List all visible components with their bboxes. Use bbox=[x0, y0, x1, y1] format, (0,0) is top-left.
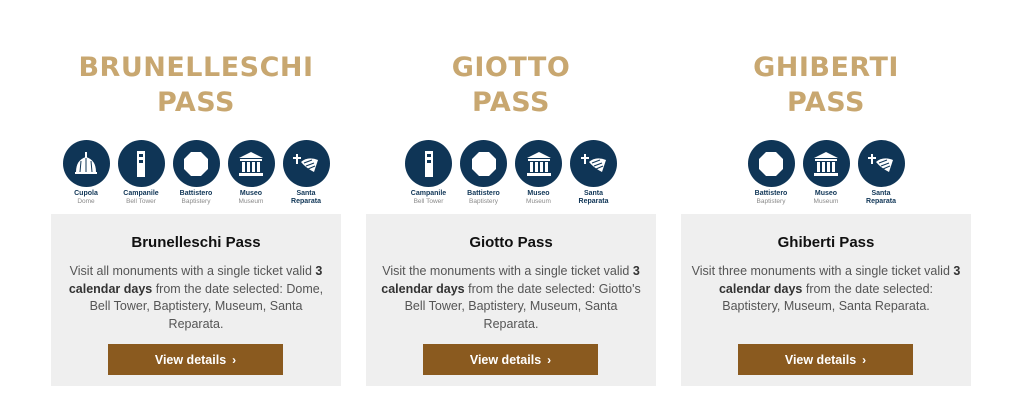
monument-item: Museo Museum bbox=[515, 140, 563, 206]
hero-title: GIOTTO PASS bbox=[366, 50, 656, 120]
monument-item: Museo Museum bbox=[227, 140, 275, 206]
monument-name: Battistero bbox=[467, 190, 500, 197]
pass-description: Visit all monuments with a single ticket… bbox=[68, 264, 324, 331]
chevron-right-icon: › bbox=[232, 352, 237, 367]
pass-title: Brunelleschi Pass bbox=[131, 234, 261, 251]
monument-subtitle: Baptistery bbox=[181, 198, 211, 205]
pass-card-ghiberti: GHIBERTI PASS Battistero Baptistery Museo M… bbox=[681, 0, 971, 390]
santa-reparata-icon bbox=[857, 140, 905, 187]
monument-name: Museo bbox=[527, 190, 550, 197]
hero-title-line2: PASS bbox=[157, 87, 235, 118]
monument-icons: Battistero Baptistery Museo Museum Santa Repa… bbox=[681, 140, 971, 206]
view-details-button[interactable]: View details › bbox=[108, 344, 283, 375]
museum-icon bbox=[802, 140, 850, 187]
baptistery-icon bbox=[460, 140, 507, 187]
monument-item: Campanile Bell Tower bbox=[117, 140, 165, 206]
pass-hero: BRUNELLESCHI PASS Cupola Dome Campanile Bel… bbox=[51, 0, 341, 214]
monument-subtitle: Reparata bbox=[578, 198, 609, 205]
pass-description: Visit the monuments with a single ticket… bbox=[381, 264, 641, 331]
monument-name: Museo bbox=[239, 190, 263, 197]
monument-subtitle: Baptistery bbox=[469, 198, 498, 205]
hero-title-line1: GHIBERTI bbox=[753, 52, 899, 83]
baptistery-icon bbox=[172, 140, 220, 187]
monument-subtitle: Museum bbox=[813, 198, 839, 205]
pass-info-panel: Brunelleschi Pass Visit all monuments wi… bbox=[51, 214, 341, 386]
monument-name: Battistero bbox=[179, 190, 213, 197]
view-details-button[interactable]: View details › bbox=[738, 344, 913, 375]
dome-icon bbox=[62, 140, 110, 187]
bell-tower-icon bbox=[405, 140, 452, 187]
monument-name: Battistero bbox=[754, 190, 788, 197]
bell-tower-icon bbox=[117, 140, 165, 187]
chevron-right-icon: › bbox=[547, 352, 552, 367]
monument-item: Battistero Baptistery bbox=[747, 140, 795, 206]
pass-description: Visit three monuments with a single tick… bbox=[691, 264, 961, 313]
monument-item: Battistero Baptistery bbox=[460, 140, 508, 206]
monument-subtitle: Baptistery bbox=[756, 198, 786, 205]
monument-name: Santa bbox=[871, 190, 891, 197]
monument-name: Campanile bbox=[123, 190, 159, 197]
monument-item: Santa Reparata bbox=[570, 140, 618, 206]
chevron-right-icon: › bbox=[862, 352, 867, 367]
monument-icons: Cupola Dome Campanile Bell Tower Battistero B… bbox=[51, 140, 341, 206]
monument-item: Campanile Bell Tower bbox=[405, 140, 453, 206]
monument-subtitle: Dome bbox=[77, 198, 95, 205]
museum-icon bbox=[227, 140, 275, 187]
museum-icon bbox=[515, 140, 562, 187]
hero-title: GHIBERTI PASS bbox=[681, 50, 971, 120]
hero-title-line2: PASS bbox=[787, 87, 865, 118]
monument-subtitle: Museum bbox=[238, 198, 264, 205]
monument-subtitle: Bell Tower bbox=[126, 198, 156, 205]
pass-hero: GIOTTO PASS Campanile Bell Tower Battister… bbox=[366, 0, 656, 214]
monument-subtitle: Bell Tower bbox=[413, 198, 444, 205]
monument-item: Santa Reparata bbox=[282, 140, 330, 206]
monument-name: Santa bbox=[583, 190, 604, 197]
monument-name: Museo bbox=[814, 190, 838, 197]
pass-hero: GHIBERTI PASS Battistero Baptistery Museo M… bbox=[681, 0, 971, 214]
monument-icons: Campanile Bell Tower Battistero Baptistery M… bbox=[366, 140, 656, 206]
hero-title-line2: PASS bbox=[472, 87, 550, 118]
monument-item: Battistero Baptistery bbox=[172, 140, 220, 206]
monument-subtitle: Reparata bbox=[866, 198, 896, 205]
monument-item: Cupola Dome bbox=[62, 140, 110, 206]
baptistery-icon bbox=[747, 140, 795, 187]
monument-item: Museo Museum bbox=[802, 140, 850, 206]
pass-card-giotto: GIOTTO PASS Campanile Bell Tower Battister… bbox=[366, 0, 656, 390]
pass-title: Ghiberti Pass bbox=[777, 234, 875, 251]
hero-title-line1: GIOTTO bbox=[451, 52, 571, 83]
santa-reparata-icon bbox=[570, 140, 617, 187]
pass-card-brunelleschi: BRUNELLESCHI PASS Cupola Dome Campanile Bel… bbox=[51, 0, 341, 390]
monument-subtitle: Museum bbox=[526, 198, 551, 205]
monument-subtitle: Reparata bbox=[291, 198, 321, 205]
monument-item: Santa Reparata bbox=[857, 140, 905, 206]
santa-reparata-icon bbox=[282, 140, 330, 187]
monument-name: Santa bbox=[296, 190, 316, 197]
view-details-button[interactable]: View details › bbox=[423, 344, 598, 375]
hero-title-line1: BRUNELLESCHI bbox=[78, 52, 314, 83]
monument-name: Campanile bbox=[410, 190, 447, 197]
pass-info-panel: Giotto Pass Visit the monuments with a s… bbox=[366, 214, 656, 386]
pass-info-panel: Ghiberti Pass Visit three monuments with… bbox=[681, 214, 971, 386]
hero-title: BRUNELLESCHI PASS bbox=[51, 50, 341, 120]
monument-name: Cupola bbox=[74, 190, 98, 197]
pass-title: Giotto Pass bbox=[469, 234, 553, 251]
